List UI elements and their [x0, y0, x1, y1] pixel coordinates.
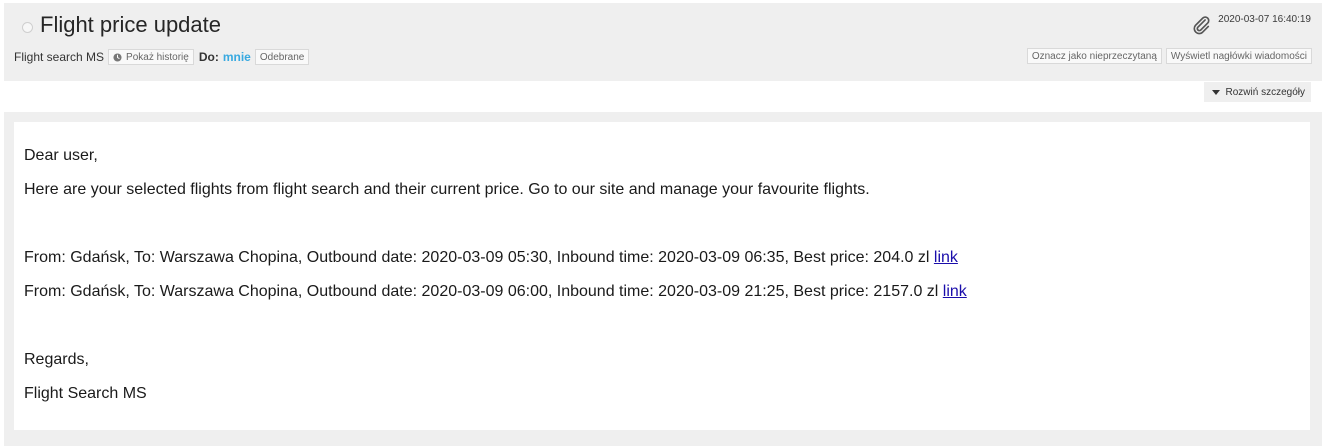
to-label: Do: — [198, 50, 219, 64]
show-history-label: Pokaż historię — [126, 51, 189, 63]
flight-link[interactable]: link — [943, 283, 967, 300]
greeting-text: Dear user, — [24, 147, 98, 164]
status-circle-icon[interactable] — [22, 22, 33, 33]
message-body: Dear user, Here are your selected flight… — [14, 122, 1310, 430]
show-history-button[interactable]: Pokaż historię — [108, 49, 194, 65]
message-subject: Flight price update — [40, 12, 221, 37]
message-meta-row: Flight search MS Pokaż historię Do: mnie… — [14, 48, 310, 66]
show-headers-button[interactable]: Wyświetl nagłówki wiadomości — [1165, 48, 1312, 64]
paperclip-icon[interactable] — [1190, 14, 1212, 36]
message-date: 2020-03-07 16:40:19 — [1218, 14, 1311, 25]
flight-row: From: Gdańsk, To: Warszawa Chopina, Outb… — [24, 282, 967, 302]
regards-text: Regards, — [24, 351, 89, 368]
flight-row-text: From: Gdańsk, To: Warszawa Chopina, Outb… — [24, 283, 943, 300]
folder-badge[interactable]: Odebrane — [254, 49, 310, 65]
intro-text: Here are your selected flights from flig… — [24, 181, 870, 198]
triangle-down-icon — [1211, 89, 1220, 95]
mark-unread-button[interactable]: Oznacz jako nieprzeczytaną — [1026, 48, 1162, 64]
clock-icon — [113, 52, 122, 62]
flight-row: From: Gdańsk, To: Warszawa Chopina, Outb… — [24, 248, 958, 268]
expand-details-button[interactable]: Rozwiń szczegóły — [1203, 82, 1311, 102]
sender-name[interactable]: Flight search MS — [14, 50, 104, 64]
flight-row-text: From: Gdańsk, To: Warszawa Chopina, Outb… — [24, 249, 934, 266]
expand-details-label: Rozwiń szczegóły — [1225, 86, 1305, 98]
flight-link[interactable]: link — [934, 249, 958, 266]
recipient-name[interactable]: mnie — [223, 50, 251, 64]
header-actions: Oznacz jako nieprzeczytaną Wyświetl nagł… — [1026, 48, 1312, 64]
signature-text: Flight Search MS — [24, 385, 147, 402]
message-body-frame: Dear user, Here are your selected flight… — [4, 112, 1322, 446]
message-header: Flight price update 2020-03-07 16:40:19 … — [4, 3, 1322, 81]
